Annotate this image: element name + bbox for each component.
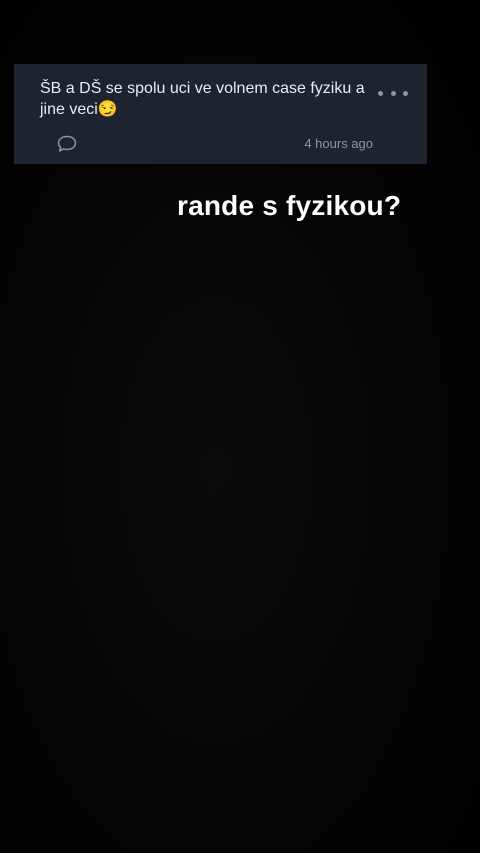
post-timestamp: 4 hours ago [304, 136, 373, 151]
comment-bubble-icon [57, 135, 77, 152]
comment-button[interactable] [56, 134, 78, 154]
more-dots-icon [403, 90, 408, 96]
post-text: ŠB a DŠ se spolu uci ve volnem case fyzi… [40, 80, 365, 118]
more-dots-icon [378, 90, 383, 96]
story-caption: rande s fyzikou? [177, 190, 402, 221]
post-card[interactable]: ŠB a DŠ se spolu uci ve volnem case fyzi… [14, 64, 427, 164]
more-options-button[interactable] [378, 86, 408, 100]
story-screen: ŠB a DŠ se spolu uci ve volnem case fyzi… [0, 0, 480, 853]
more-dots-icon [390, 90, 396, 96]
